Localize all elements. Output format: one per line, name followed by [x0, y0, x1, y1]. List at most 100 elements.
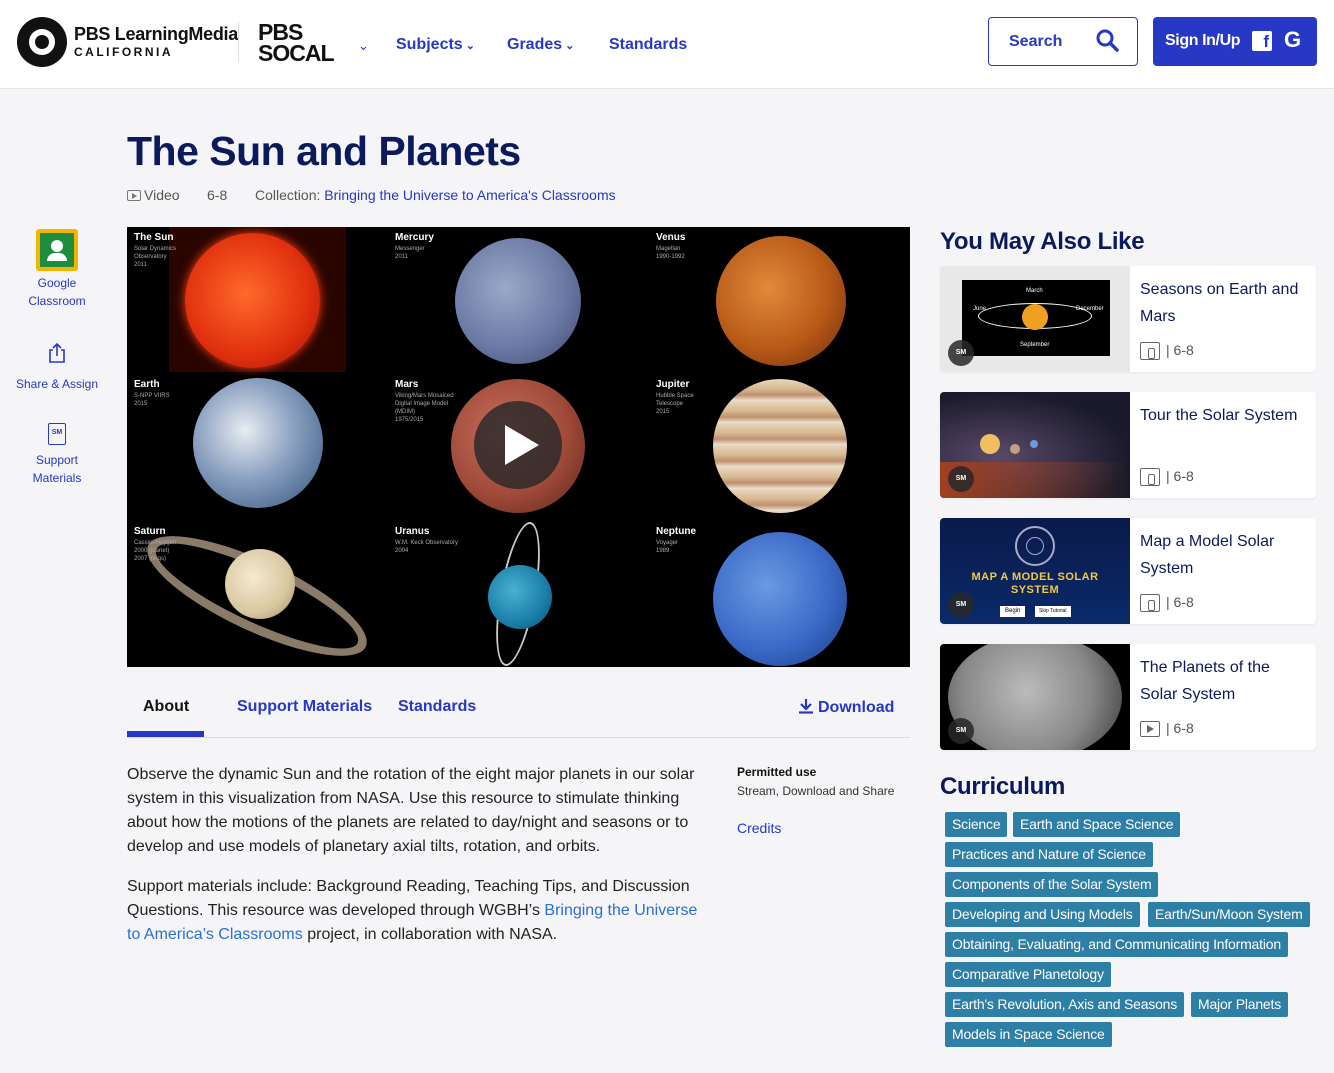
share-assign-label: Share & Assign — [15, 377, 99, 391]
curriculum-heading: Curriculum — [940, 773, 1066, 800]
video-panel-venus: Venus Magellan 1990-1992 — [649, 227, 910, 374]
grade-separator: | — [1166, 342, 1170, 358]
page-title: The Sun and Planets — [127, 128, 521, 174]
search-icon — [1096, 29, 1119, 52]
sun-image — [169, 227, 346, 372]
play-button-icon[interactable] — [474, 401, 562, 489]
share-assign-button[interactable]: Share & Assign — [10, 342, 104, 393]
video-panel-earth: Earth S-NPP VIIRS 2015 — [127, 374, 388, 521]
facebook-icon: f — [1252, 31, 1272, 51]
related-card[interactable]: March June December September SM Seasons… — [940, 266, 1316, 372]
curriculum-tag[interactable]: Practices and Nature of Science — [945, 842, 1153, 867]
panel-source: W.M. Keck Observatory 2004 — [395, 540, 459, 554]
search-button[interactable]: Search — [988, 17, 1138, 66]
curriculum-tag[interactable]: Obtaining, Evaluating, and Communicating… — [945, 932, 1288, 957]
card-meta: | 6-8 — [1140, 720, 1194, 738]
google-classroom-icon — [36, 229, 78, 271]
credits-link[interactable]: Credits — [737, 820, 781, 836]
panel-name: Jupiter — [656, 379, 690, 390]
support-text-end: project, in collaboration with NASA. — [302, 926, 558, 943]
related-card[interactable]: SM Tour the Solar System | 6-8 — [940, 392, 1316, 498]
nav-grades-label: Grades — [507, 36, 563, 53]
card-grades: 6-8 — [1173, 342, 1194, 358]
thumb-skip-button: Skip Tutorial — [1035, 606, 1071, 617]
panel-name: Neptune — [656, 526, 696, 537]
nav-grades[interactable]: Grades ⌄ — [507, 36, 574, 54]
video-panel-mercury: Mercury Messenger 2011 — [388, 227, 649, 374]
collection: Collection: Bringing the Universe to Ame… — [255, 187, 616, 203]
media-type-label: Video — [144, 187, 180, 203]
panel-source: S-NPP VIIRS 2015 — [134, 393, 170, 407]
sm-badge-icon: SM — [948, 718, 974, 744]
curriculum-tag[interactable]: Models in Space Science — [945, 1022, 1112, 1047]
related-heading: You May Also Like — [940, 228, 1145, 255]
tab-support-materials[interactable]: Support Materials — [237, 698, 372, 716]
support-paragraph: Support materials include: Background Re… — [127, 875, 712, 947]
share-icon — [49, 342, 65, 363]
related-card[interactable]: MAP A MODEL SOLAR SYSTEM Begin Skip Tuto… — [940, 518, 1316, 624]
panel-source: Voyager 1989 — [656, 540, 679, 554]
curriculum-tag[interactable]: Components of the Solar System — [945, 872, 1159, 897]
media-type: Video — [127, 187, 180, 203]
nav-subjects[interactable]: Subjects ⌄ — [396, 36, 475, 54]
card-title[interactable]: Tour the Solar System — [1140, 402, 1310, 429]
thumb-label: June — [973, 306, 987, 312]
card-title[interactable]: The Planets of the Solar System — [1140, 654, 1310, 708]
curriculum-tag[interactable]: Comparative Planetology — [945, 962, 1111, 987]
card-meta: | 6-8 — [1140, 468, 1194, 487]
logo-subtitle: CALIFORNIA — [74, 45, 173, 59]
chevron-down-icon: ⌄ — [565, 40, 575, 52]
nav-subjects-label: Subjects — [396, 36, 463, 53]
panel-name: Uranus — [395, 526, 430, 537]
video-panel-saturn: Saturn Cassini-Huygen 2000 (planet) 2007… — [127, 513, 388, 667]
interactive-icon — [1140, 342, 1160, 361]
tabs-divider — [127, 737, 910, 738]
curriculum-tag[interactable]: Developing and Using Models — [945, 902, 1140, 927]
sm-badge-icon: SM — [948, 592, 974, 618]
curriculum-tag[interactable]: Earth's Revolution, Axis and Seasons — [945, 992, 1185, 1017]
video-panel-sun: The Sun Solar Dynamics Observatory 2011 — [127, 227, 388, 374]
curriculum-tag[interactable]: Science — [945, 812, 1008, 837]
search-label: Search — [1009, 33, 1063, 50]
card-meta: | 6-8 — [1140, 594, 1194, 613]
grade-separator: | — [1166, 720, 1170, 736]
curriculum-tag[interactable]: Earth/Sun/Moon System — [1148, 902, 1310, 927]
related-card[interactable]: SM The Planets of the Solar System | 6-8 — [940, 644, 1316, 750]
interactive-icon — [1140, 468, 1160, 487]
video-player[interactable]: The Sun Solar Dynamics Observatory 2011 … — [127, 227, 910, 667]
curriculum-tag[interactable]: Major Planets — [1191, 992, 1288, 1017]
card-grades: 6-8 — [1173, 594, 1194, 610]
grade-separator: | — [1166, 594, 1170, 610]
pbs-logo-icon[interactable] — [17, 17, 67, 67]
panel-source: Cassini-Huygen 2000 (planet) 2007 (rings… — [134, 540, 177, 562]
card-grades: 6-8 — [1173, 468, 1194, 484]
curriculum-tag[interactable]: Earth and Space Science — [1013, 812, 1181, 837]
card-title[interactable]: Map a Model Solar System — [1140, 528, 1310, 582]
card-title[interactable]: Seasons on Earth and Mars — [1140, 276, 1310, 330]
permitted-use-value: Stream, Download and Share — [737, 784, 895, 798]
thumb-title: MAP A MODEL SOLAR SYSTEM — [971, 571, 1099, 596]
collection-link[interactable]: Bringing the Universe to America's Class… — [324, 187, 615, 203]
panel-source: Hubble Space Telescope 2015 — [656, 393, 694, 415]
download-label: Download — [818, 699, 895, 716]
chevron-down-icon: ⌄ — [465, 40, 475, 52]
google-icon: G — [1284, 27, 1302, 52]
logo-title[interactable]: PBS LearningMedia — [74, 24, 238, 45]
thumb-label: September — [1020, 342, 1050, 348]
sign-in-button[interactable]: Sign In/Up f G — [1153, 17, 1317, 66]
panel-source: Viking/Mars Mosaiced Digital Image Model… — [395, 393, 454, 423]
station-logo[interactable]: PBS SOCAL — [258, 21, 334, 65]
download-button[interactable]: Download — [798, 698, 894, 717]
video-panel-neptune: Neptune Voyager 1989 — [649, 521, 910, 667]
sign-in-label: Sign In/Up — [1165, 32, 1241, 49]
video-panel-uranus: Uranus W.M. Keck Observatory 2004 — [388, 518, 649, 667]
google-classroom-button[interactable]: Google Classroom — [10, 229, 104, 310]
support-materials-button[interactable]: SM Support Materials — [10, 423, 104, 487]
grade-level: 6-8 — [207, 187, 228, 203]
tab-standards[interactable]: Standards — [398, 698, 476, 716]
station-chevron-down-icon[interactable]: ⌄ — [358, 38, 369, 54]
tab-about[interactable]: About — [143, 698, 189, 716]
nav-standards[interactable]: Standards — [609, 36, 687, 54]
sm-badge-icon: SM — [948, 340, 974, 366]
card-meta: | 6-8 — [1140, 342, 1194, 361]
